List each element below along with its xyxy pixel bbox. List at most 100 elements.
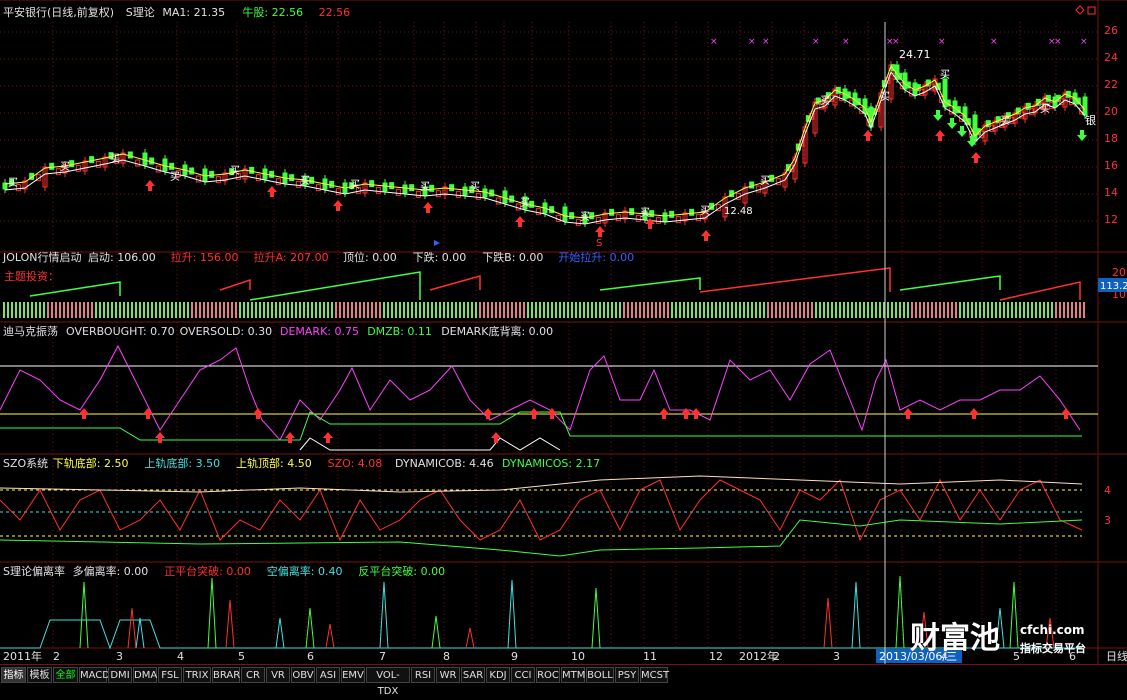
high-label: 24.71	[899, 48, 931, 61]
candle-body	[749, 181, 755, 189]
indicator-tab-sar[interactable]: SAR	[461, 667, 485, 683]
time-axis-label: 8	[443, 650, 450, 663]
indicator-tab-dma[interactable]: DMA	[133, 667, 157, 683]
szo-header-item: 上轨底部: 3.50	[144, 456, 220, 470]
demark-header-item: DMZB: 0.11	[367, 325, 432, 338]
buy-marker: 买	[760, 175, 770, 187]
jolon-header-item: 启动: 106.00	[88, 251, 156, 264]
time-axis-label: 7	[379, 650, 386, 663]
indicator-tab-cr[interactable]: CR	[241, 667, 265, 683]
indicator-tab-wr[interactable]: WR	[436, 667, 460, 683]
indicator-tab-dmi[interactable]: DMI	[108, 667, 132, 683]
candle-body	[489, 189, 495, 197]
candle-body	[569, 212, 575, 220]
candle-body	[669, 210, 675, 218]
buy-marker: 买	[350, 179, 360, 191]
price-axis-label: 24	[1104, 51, 1118, 64]
indicator-tab-bar[interactable]: 指标 模板 全部 MACD DMI DMA FSL TRIX BRAR CR VR OBV ASI EMV…	[0, 664, 1127, 697]
period-label: 日线	[1106, 649, 1127, 663]
candle-body	[509, 195, 515, 203]
buy-marker: 买	[640, 207, 650, 219]
candle-body	[529, 200, 535, 208]
chart-stage[interactable]: 买买买买买买买买买买买买买买买买买买买 × × × × × × × × × × × × S 24.71 12.…	[0, 0, 1127, 697]
candle-body	[482, 188, 488, 198]
candle-body	[369, 180, 375, 188]
candle-body	[502, 190, 508, 204]
buy-marker: 买	[700, 205, 710, 217]
buy-marker: 买	[60, 161, 70, 173]
x-marker: ×	[842, 37, 850, 47]
indicator-tab-vr[interactable]: VR	[266, 667, 290, 683]
low-label: 12.48	[724, 206, 753, 217]
indicator-tab-1[interactable]: 模板	[27, 667, 52, 683]
indicator-tab-fsl[interactable]: FSL	[158, 667, 182, 683]
candle-body	[689, 208, 695, 216]
deviation-header-item: 空偏离率: 0.40	[267, 564, 343, 578]
indicator-tab-0[interactable]: 指标	[1, 667, 26, 683]
indicator-tab-mcst[interactable]: MCST	[640, 667, 669, 683]
buy-marker: 买	[1040, 103, 1050, 115]
candle-body	[149, 157, 155, 165]
candle-body	[562, 206, 568, 222]
candle-body	[189, 167, 195, 175]
time-axis-label: 6	[307, 650, 314, 663]
indicator-tab-asi[interactable]: ASI	[316, 667, 340, 683]
price-axis-label: 20	[1104, 105, 1118, 118]
indicator-tab-boll[interactable]: BOLL	[586, 667, 614, 683]
indicator-tab-mtm[interactable]: MTM	[561, 667, 585, 683]
szo-header-item: SZO: 4.08	[328, 457, 383, 470]
indicator-tab-rsi[interactable]: RSI	[411, 667, 435, 683]
indicator-tab-roc[interactable]: ROC	[536, 667, 560, 683]
candle-body	[629, 208, 635, 216]
indicator-tab-vol-tdx[interactable]: VOL-TDX	[366, 667, 410, 697]
x-marker: ×	[938, 37, 946, 47]
szo-axis-label: 3	[1104, 514, 1111, 527]
jolon-header-title: JOLON行情启动	[2, 251, 82, 264]
candle-body	[169, 162, 175, 170]
buy-marker: 买	[420, 181, 430, 193]
time-axis-label: 11	[643, 650, 657, 663]
jolon-axis-label: 200	[1112, 266, 1127, 279]
x-marker: ×	[1080, 37, 1088, 47]
time-axis-label: 2	[773, 650, 780, 663]
indicator-name: S理论	[126, 5, 155, 19]
buy-marker: 买	[8, 177, 18, 189]
candle-body	[609, 208, 615, 216]
szo-header-item: 上轨顶部: 4.50	[236, 456, 312, 470]
x-marker: ×	[762, 37, 770, 47]
jolon-header-item: 顶位: 0.00	[343, 250, 397, 264]
demark-header-title: 迪马克振荡	[3, 324, 58, 338]
buy-marker: 买	[940, 69, 950, 81]
chart-canvas[interactable]: 买买买买买买买买买买买买买买买 买买买买× × × × × ×× × × ×× ×S24.7112.…	[0, 0, 1127, 664]
buy-marker: 买	[470, 181, 480, 193]
indicator-tab-obv[interactable]: OBV	[291, 667, 315, 683]
buy-marker: 买	[520, 197, 530, 209]
time-axis-label: 3	[833, 650, 840, 663]
logo-site: cfchi.com	[1020, 623, 1085, 637]
candle-body	[429, 184, 435, 192]
indicator-tab-2[interactable]: 全部	[53, 667, 78, 683]
s-marker: S	[596, 238, 602, 249]
candle-body	[309, 176, 315, 184]
indicator-tab-psy[interactable]: PSY	[615, 667, 639, 683]
stock-title: 平安银行(日线,前复权)	[3, 5, 114, 19]
deviation-header-item: 多偏离率: 0.00	[73, 564, 149, 578]
time-axis-label: 3	[116, 650, 123, 663]
candle-body	[202, 168, 208, 182]
indicator-tab-brar[interactable]: BRAR	[212, 667, 240, 683]
indicator-tab-trix[interactable]: TRIX	[183, 667, 211, 683]
candle-body	[69, 160, 75, 168]
x-marker: ×	[710, 37, 718, 47]
candle-body	[162, 158, 168, 172]
candle-body	[389, 182, 395, 190]
indicator-tab-macd[interactable]: MACD	[79, 667, 110, 683]
deviation-header-item: 反平台突破: 0.00	[358, 564, 445, 578]
indicator-tab-kdj[interactable]: KDJ	[486, 667, 510, 683]
indicator-tab-emv[interactable]: EMV	[341, 667, 365, 683]
indicator-tab-cci[interactable]: CCI	[511, 667, 535, 683]
candle-body	[409, 184, 415, 192]
candle-body	[449, 184, 455, 192]
time-axis-label: 2	[53, 650, 60, 663]
price-axis-label: 18	[1104, 132, 1118, 145]
jolon-readout: 113.2	[1100, 281, 1127, 292]
